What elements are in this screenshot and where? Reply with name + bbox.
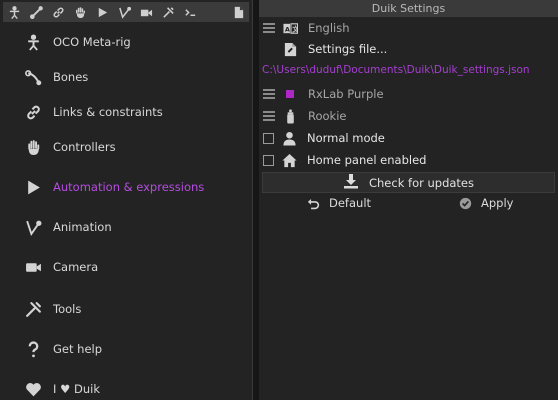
menu-item-label: OCO Meta-rig xyxy=(53,35,131,49)
settings-title: Duik Settings xyxy=(259,0,558,17)
animation-icon xyxy=(24,218,42,236)
menu-item-camera[interactable]: Camera xyxy=(24,254,244,280)
camera-icon xyxy=(140,9,152,16)
menu-item-label: Automation & expressions xyxy=(53,180,205,194)
menu-item-label: Tools xyxy=(53,302,82,316)
menu-item-get-help[interactable]: Get help xyxy=(24,336,244,362)
check-updates-button[interactable]: Check for updates xyxy=(262,172,555,193)
home-panel-label: Home panel enabled xyxy=(307,153,427,167)
menu-item-links-constraints[interactable]: Links & constraints xyxy=(24,99,244,125)
color-scheme-value: RxLab Purple xyxy=(308,87,384,101)
menu-item-controllers[interactable]: Controllers xyxy=(24,134,244,160)
animation-icon xyxy=(118,6,131,19)
drag-handle-icon[interactable] xyxy=(263,89,275,99)
check-circle-icon xyxy=(459,197,472,209)
language-icon: A文 xyxy=(281,19,299,37)
toolbar-settings-file-button[interactable] xyxy=(227,2,249,22)
home-panel-checkbox[interactable] xyxy=(263,154,274,166)
apply-button[interactable]: Apply xyxy=(459,194,513,212)
play-icon xyxy=(24,178,42,196)
settings-file-label: Settings file... xyxy=(308,42,388,56)
bone-icon xyxy=(24,68,42,86)
user-level-row[interactable]: Rookie xyxy=(259,105,558,127)
color-scheme-row[interactable]: RxLab Purple xyxy=(259,83,558,105)
link-icon xyxy=(53,7,63,17)
apply-label: Apply xyxy=(481,196,514,210)
menu-item-tools[interactable]: Tools xyxy=(24,296,244,322)
purple-swatch xyxy=(286,90,294,98)
normal-mode-row[interactable]: Normal mode xyxy=(259,127,558,149)
menu-item-automation-expressions[interactable]: Automation & expressions xyxy=(24,174,244,200)
home-icon xyxy=(280,151,298,169)
question-icon xyxy=(24,340,42,358)
settings-file-icon xyxy=(281,40,299,58)
toolbar-tools-button[interactable] xyxy=(157,2,179,22)
play-icon xyxy=(98,7,107,17)
normal-mode-checkbox[interactable] xyxy=(263,132,274,144)
toolbar-bones-button[interactable] xyxy=(25,2,47,22)
duik-main-panel: OCO Meta-rig Bones Links & constraints C… xyxy=(0,0,252,400)
settings-panel: Duik Settings A文 English Settings file..… xyxy=(259,0,558,400)
check-updates-label: Check for updates xyxy=(368,175,474,190)
menu-item-label: Links & constraints xyxy=(53,105,163,119)
tools-icon xyxy=(162,6,174,18)
toolbar-camera-button[interactable] xyxy=(135,2,157,22)
heart-icon xyxy=(24,380,42,398)
normal-mode-label: Normal mode xyxy=(307,131,385,145)
menu-item-animation[interactable]: Animation xyxy=(24,214,244,240)
toolbar-automation-button[interactable] xyxy=(91,2,113,22)
color-swatch xyxy=(281,85,299,103)
toolbar xyxy=(3,2,249,22)
menu-item-bones[interactable]: Bones xyxy=(24,64,244,90)
drag-handle-icon[interactable] xyxy=(263,111,275,121)
default-button[interactable]: Default xyxy=(307,194,371,212)
tools-icon xyxy=(24,300,42,318)
menu-item-label: Controllers xyxy=(53,140,116,154)
link-icon xyxy=(24,103,42,121)
menu-item-label: Get help xyxy=(53,342,103,356)
language-value: English xyxy=(308,21,350,35)
baby-bottle-icon xyxy=(281,107,299,125)
user-level-value: Rookie xyxy=(308,109,347,123)
menu-item-oco-meta-rig[interactable]: OCO Meta-rig xyxy=(24,29,244,55)
toolbar-links-button[interactable] xyxy=(47,2,69,22)
toolbar-controllers-button[interactable] xyxy=(69,2,91,22)
camera-icon xyxy=(24,258,42,276)
user-icon xyxy=(280,129,298,147)
oco-icon xyxy=(24,33,42,51)
language-row[interactable]: A文 English xyxy=(259,17,558,39)
hand-icon xyxy=(75,6,85,18)
settings-file-button[interactable]: Settings file... xyxy=(259,38,558,60)
menu-item-label: Animation xyxy=(53,220,112,234)
toolbar-animation-button[interactable] xyxy=(113,2,135,22)
menu-item-label: Bones xyxy=(53,70,89,84)
default-label: Default xyxy=(329,196,372,210)
toolbar-rig-button[interactable] xyxy=(3,2,25,22)
toolbar-script-button[interactable] xyxy=(179,2,201,22)
download-icon xyxy=(343,173,359,192)
menu-item-label: Camera xyxy=(53,260,99,274)
home-panel-row[interactable]: Home panel enabled xyxy=(259,149,558,171)
menu-item-label: I ♥ Duik xyxy=(53,382,101,396)
undo-icon xyxy=(307,198,320,209)
file-icon xyxy=(234,6,243,18)
settings-file-path: C:\Users\duduf\Documents\Duik\Duik_setti… xyxy=(262,64,530,76)
hand-icon xyxy=(24,138,42,156)
script-icon xyxy=(184,8,195,16)
drag-handle-icon[interactable] xyxy=(263,23,275,33)
svg-text:文: 文 xyxy=(292,24,298,33)
bone-icon xyxy=(29,5,43,19)
rig-icon xyxy=(9,5,19,19)
menu-item-i-love-duik[interactable]: I ♥ Duik xyxy=(24,376,244,400)
